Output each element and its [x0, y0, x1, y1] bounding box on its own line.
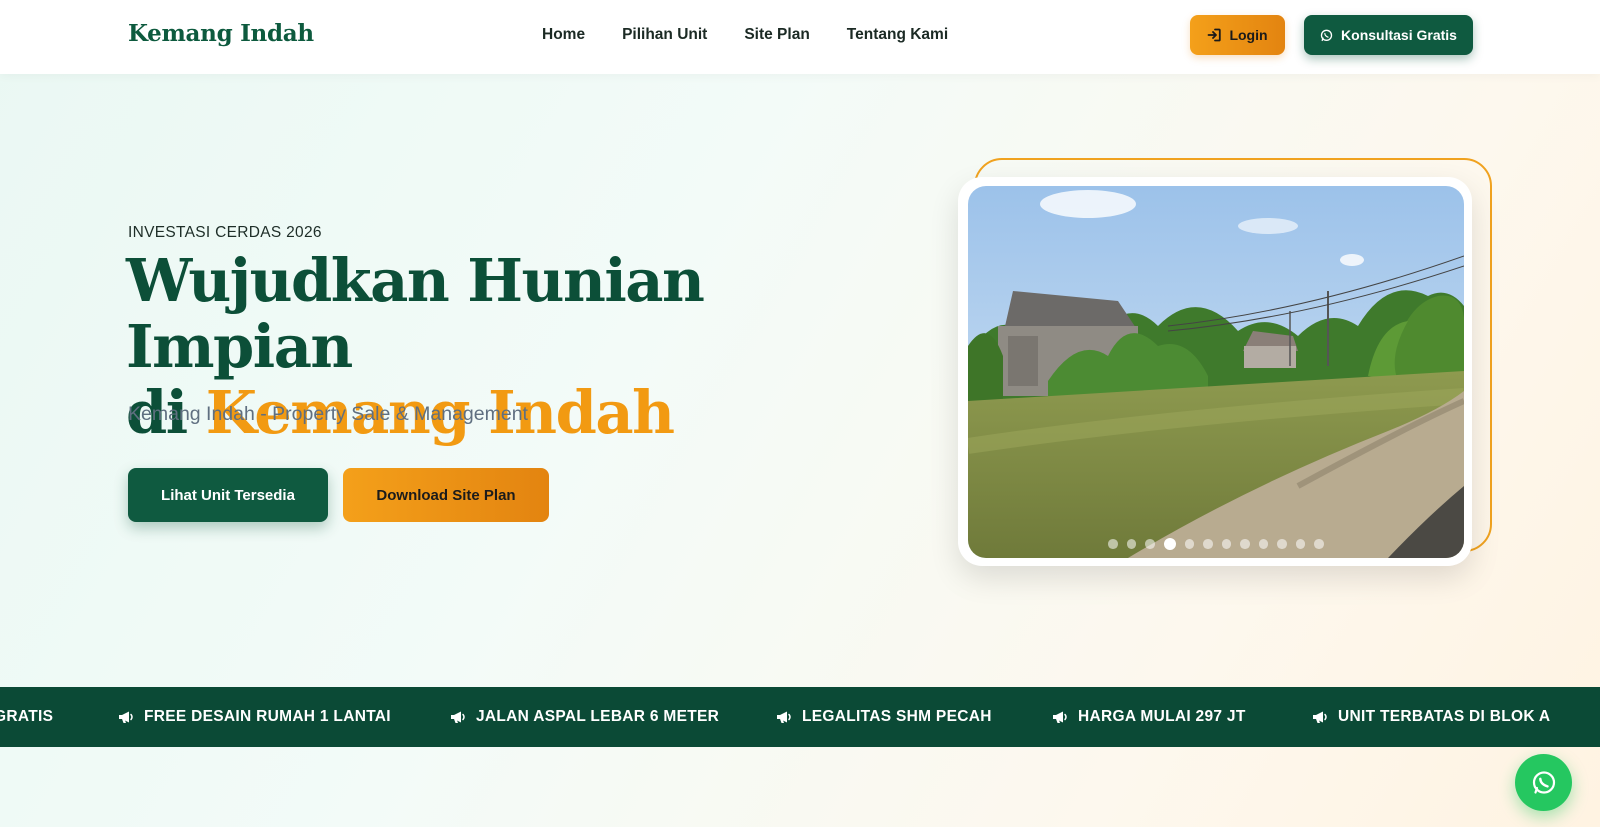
megaphone-icon — [450, 710, 466, 724]
consult-button[interactable]: Konsultasi Gratis — [1304, 15, 1473, 55]
whatsapp-float-button[interactable] — [1515, 754, 1572, 811]
login-button[interactable]: Login — [1190, 15, 1285, 55]
slider-dot[interactable] — [1258, 539, 1268, 549]
nav-link-home[interactable]: Home — [542, 26, 585, 44]
slider-dot[interactable] — [1108, 539, 1118, 549]
marquee-text: UNIT TERBATAS DI BLOK A — [1338, 708, 1551, 725]
hero-slider-image[interactable] — [968, 186, 1464, 558]
slider-dot[interactable] — [1277, 539, 1287, 549]
nav-link-tentang-kami[interactable]: Tentang Kami — [847, 26, 948, 44]
slider-pagination — [1108, 538, 1324, 550]
hero-title-line1: Wujudkan Hunian Impian — [126, 246, 705, 381]
sign-in-icon — [1207, 28, 1222, 42]
marquee-item: HARGA MULAI 297 JT — [1052, 687, 1246, 747]
marquee-item: LEGALITAS SHM PECAH — [776, 687, 992, 747]
marquee-text: FREE DESAIN RUMAH 1 LANTAI — [144, 708, 391, 725]
marquee-text: LEGALITAS SHM PECAH — [802, 708, 992, 725]
download-site-plan-button[interactable]: Download Site Plan — [343, 468, 549, 522]
megaphone-icon — [118, 710, 134, 724]
marquee-item: JALAN ASPAL LEBAR 6 METER — [450, 687, 719, 747]
slider-dot[interactable] — [1314, 539, 1324, 549]
main-nav: Home Pilihan Unit Site Plan Tentang Kami — [542, 26, 948, 44]
slider-dot[interactable] — [1295, 539, 1305, 549]
slider-dot[interactable] — [1145, 539, 1155, 549]
marquee-item: UNIT TERBATAS DI BLOK A — [1312, 687, 1550, 747]
view-units-button[interactable]: Lihat Unit Tersedia — [128, 468, 328, 522]
slider-dot[interactable] — [1126, 539, 1136, 549]
slider-dot[interactable] — [1203, 539, 1213, 549]
megaphone-icon — [1312, 710, 1328, 724]
whatsapp-icon — [1320, 29, 1333, 42]
whatsapp-icon — [1531, 770, 1557, 796]
hero-eyebrow: INVESTASI CERDAS 2026 — [128, 224, 322, 241]
marquee-item: GRATIS — [0, 687, 53, 747]
login-label: Login — [1229, 27, 1268, 43]
megaphone-icon — [1052, 710, 1068, 724]
megaphone-icon — [776, 710, 792, 724]
promo-marquee: GRATIS FREE DESAIN RUMAH 1 LANTAI JALAN AS… — [0, 687, 1600, 747]
top-navbar: Kemang Indah Home Pilihan Unit Site Plan… — [0, 0, 1600, 74]
consult-label: Konsultasi Gratis — [1341, 27, 1457, 43]
hero-subtitle: Kemang Indah - Property Sale & Managemen… — [128, 403, 528, 425]
slider-dot[interactable] — [1221, 539, 1231, 549]
brand-logo[interactable]: Kemang Indah — [128, 20, 314, 47]
nav-link-site-plan[interactable]: Site Plan — [744, 26, 809, 44]
marquee-text: HARGA MULAI 297 JT — [1078, 708, 1246, 725]
slider-dot[interactable] — [1184, 539, 1194, 549]
marquee-text: JALAN ASPAL LEBAR 6 METER — [476, 708, 720, 725]
marquee-text: GRATIS — [0, 708, 54, 725]
slider-dot[interactable] — [1163, 538, 1176, 550]
slider-dot[interactable] — [1240, 539, 1250, 549]
marquee-item: FREE DESAIN RUMAH 1 LANTAI — [118, 687, 391, 747]
nav-link-pilihan-unit[interactable]: Pilihan Unit — [622, 26, 707, 44]
